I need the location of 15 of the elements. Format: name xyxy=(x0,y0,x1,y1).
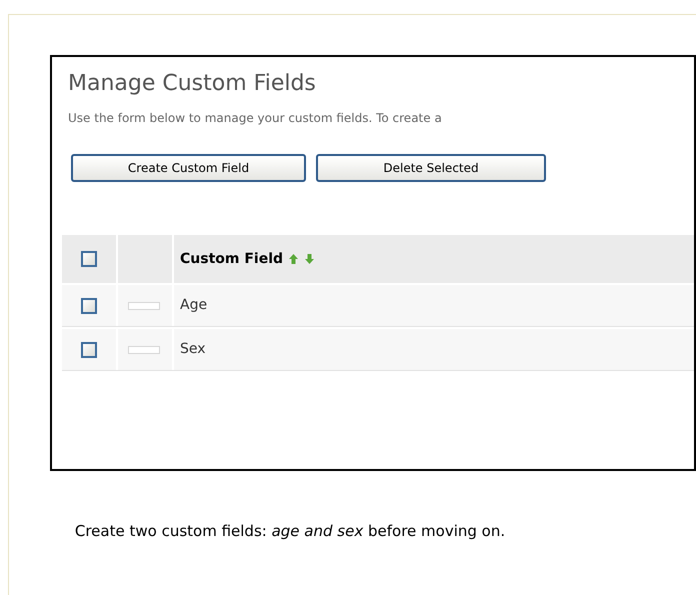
drag-handle-icon[interactable] xyxy=(128,302,160,310)
checkbox[interactable] xyxy=(81,251,97,267)
field-name: Sex xyxy=(180,340,206,359)
field-name: Age xyxy=(180,296,208,315)
checkbox[interactable] xyxy=(81,298,97,314)
sort-up-icon[interactable] xyxy=(288,253,300,265)
description-text: Use the form below to manage your custom fields. To create a xyxy=(68,110,443,127)
checkbox[interactable] xyxy=(81,342,97,358)
page-title: Manage Custom Fields xyxy=(68,70,317,98)
form-button[interactable]: Create Custom Field xyxy=(71,154,306,182)
caption-text: Create two custom fields: age and sex before moving on. xyxy=(74,523,506,540)
column-heading[interactable]: Custom Field xyxy=(180,248,284,270)
form-button[interactable]: Delete Selected xyxy=(316,154,546,182)
drag-handle-icon[interactable] xyxy=(128,346,160,354)
sort-down-icon[interactable] xyxy=(304,253,316,265)
